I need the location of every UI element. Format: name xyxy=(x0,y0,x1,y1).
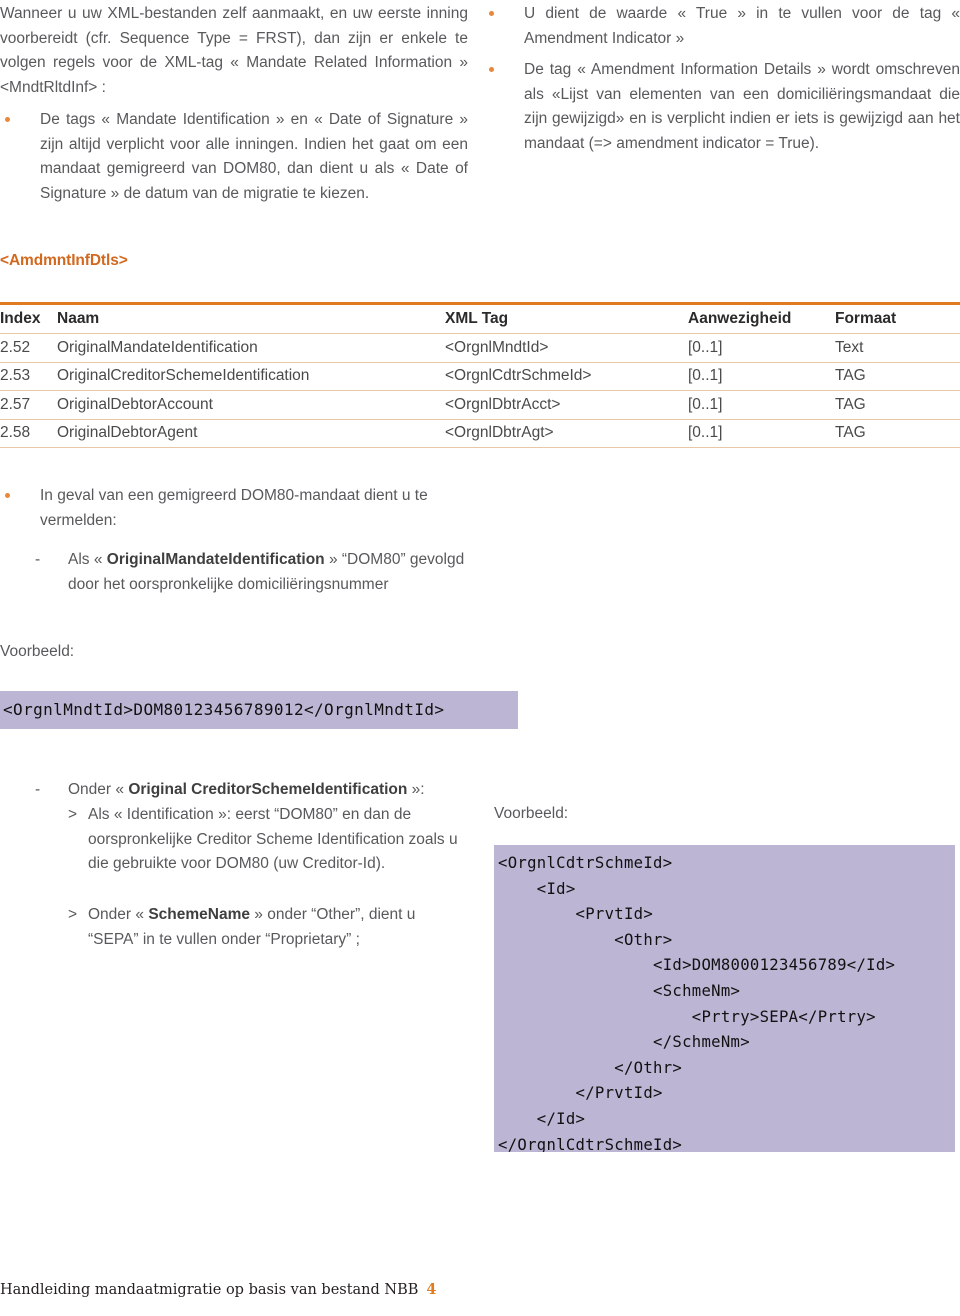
bullet-dot-icon xyxy=(5,117,10,122)
section-heading-amdmntinfdtls: <AmdmntInfDtls> xyxy=(0,252,128,269)
bullet-dot-icon xyxy=(489,67,494,72)
bullet-item-amendment-indicator-text: U dient de waarde « True » in te vullen … xyxy=(524,5,960,47)
cell-xml-tag: <OrgnlMndtId> xyxy=(445,333,688,363)
bullet-dot-icon xyxy=(5,493,10,498)
cell-xml-tag: <OrgnlDbtrAcct> xyxy=(445,390,688,420)
sub-text-prefix: Onder « xyxy=(88,906,149,923)
sub-text-bold: OriginalMandateIdentification xyxy=(106,551,325,568)
code-block-orgnlmndtid: <OrgnlMndtId>DOM80123456789012</OrgnlMnd… xyxy=(0,691,518,729)
sub-item-original-mandate-identification-text: Als « OriginalMandateIdentification » “D… xyxy=(68,548,465,597)
dash-marker: - xyxy=(35,551,41,568)
code-block-orgnlcdtrschmeid: <OrgnlCdtrSchmeId> <Id> <PrvtId> <Othr> … xyxy=(494,845,955,1152)
sub-sub-item-schemename-text: Onder « SchemeName » onder “Other”, dien… xyxy=(88,903,468,952)
cell-xml-tag: <OrgnlCdtrSchmeId> xyxy=(445,362,688,391)
gt-marker: > xyxy=(68,906,78,923)
table-row: 2.52 OriginalMandateIdentification <Orgn… xyxy=(0,333,960,363)
cell-naam: OriginalDebtorAgent xyxy=(57,419,445,448)
column-header-formaat: Formaat xyxy=(835,302,960,334)
table-row: 2.57 OriginalDebtorAccount <OrgnlDbtrAcc… xyxy=(0,390,960,420)
document-page: Wanneer u uw XML-bestanden zelf aanmaakt… xyxy=(0,0,960,1316)
page-footer: Handleiding mandaatmigratie op basis van… xyxy=(0,1281,437,1298)
footer-page-number: 4 xyxy=(426,1281,437,1298)
cell-formaat: TAG xyxy=(835,419,960,448)
cell-formaat: TAG xyxy=(835,390,960,420)
bullet-dot-icon xyxy=(489,11,494,16)
table-header-row: Index Naam XML Tag Aanwezigheid Formaat xyxy=(0,302,960,334)
dash-marker: - xyxy=(35,781,41,798)
sub-sub-item-identification-text: Als « Identification »: eerst “DOM80” en… xyxy=(88,806,458,873)
cell-index: 2.58 xyxy=(0,419,57,448)
intro-paragraph: Wanneer u uw XML-bestanden zelf aanmaakt… xyxy=(0,5,468,96)
bullet-item-amendment-details-text: De tag « Amendment Information Details »… xyxy=(524,61,960,152)
bullet-item-mandate-tags-text: De tags « Mandate Identification » en « … xyxy=(40,111,468,202)
cell-aanwezigheid: [0..1] xyxy=(688,419,835,448)
bullet-item-dom80-migration-text: In geval van een gemigreerd DOM80-mandaa… xyxy=(40,487,428,529)
example-label-left: Voorbeeld: xyxy=(0,643,75,660)
cell-index: 2.52 xyxy=(0,333,57,363)
footer-title: Handleiding mandaatmigratie op basis van… xyxy=(0,1282,419,1298)
column-header-index: Index xyxy=(0,302,57,334)
cell-aanwezigheid: [0..1] xyxy=(688,390,835,420)
cell-aanwezigheid: [0..1] xyxy=(688,333,835,363)
cell-naam: OriginalDebtorAccount xyxy=(57,390,445,420)
sub-text-prefix: Als « xyxy=(68,551,107,568)
sub-text-prefix: Onder « xyxy=(68,781,129,798)
column-header-naam: Naam xyxy=(57,302,445,334)
sub-text-suffix: »: xyxy=(407,781,425,798)
column-header-xml-tag: XML Tag xyxy=(445,302,688,334)
cell-naam: OriginalCreditorSchemeIdentification xyxy=(57,362,445,391)
table-row: 2.53 OriginalCreditorSchemeIdentificatio… xyxy=(0,362,960,391)
cell-index: 2.57 xyxy=(0,390,57,420)
sub-item-original-creditor-scheme-identification-text: Onder « Original CreditorSchemeIdentific… xyxy=(68,778,475,803)
cell-xml-tag: <OrgnlDbtrAgt> xyxy=(445,419,688,448)
column-header-aanwezigheid: Aanwezigheid xyxy=(688,302,835,334)
sub-text-bold: Original CreditorSchemeIdentification xyxy=(128,781,408,798)
cell-formaat: TAG xyxy=(835,362,960,391)
sub-text-bold: SchemeName xyxy=(148,906,250,923)
cell-aanwezigheid: [0..1] xyxy=(688,362,835,391)
cell-formaat: Text xyxy=(835,333,960,363)
cell-naam: OriginalMandateIdentification xyxy=(57,333,445,363)
cell-index: 2.53 xyxy=(0,362,57,391)
example-label-right: Voorbeeld: xyxy=(494,805,569,822)
gt-marker: > xyxy=(68,806,78,823)
xml-tag-table: Index Naam XML Tag Aanwezigheid Formaat … xyxy=(0,302,960,448)
table-row: 2.58 OriginalDebtorAgent <OrgnlDbtrAgt> … xyxy=(0,419,960,448)
